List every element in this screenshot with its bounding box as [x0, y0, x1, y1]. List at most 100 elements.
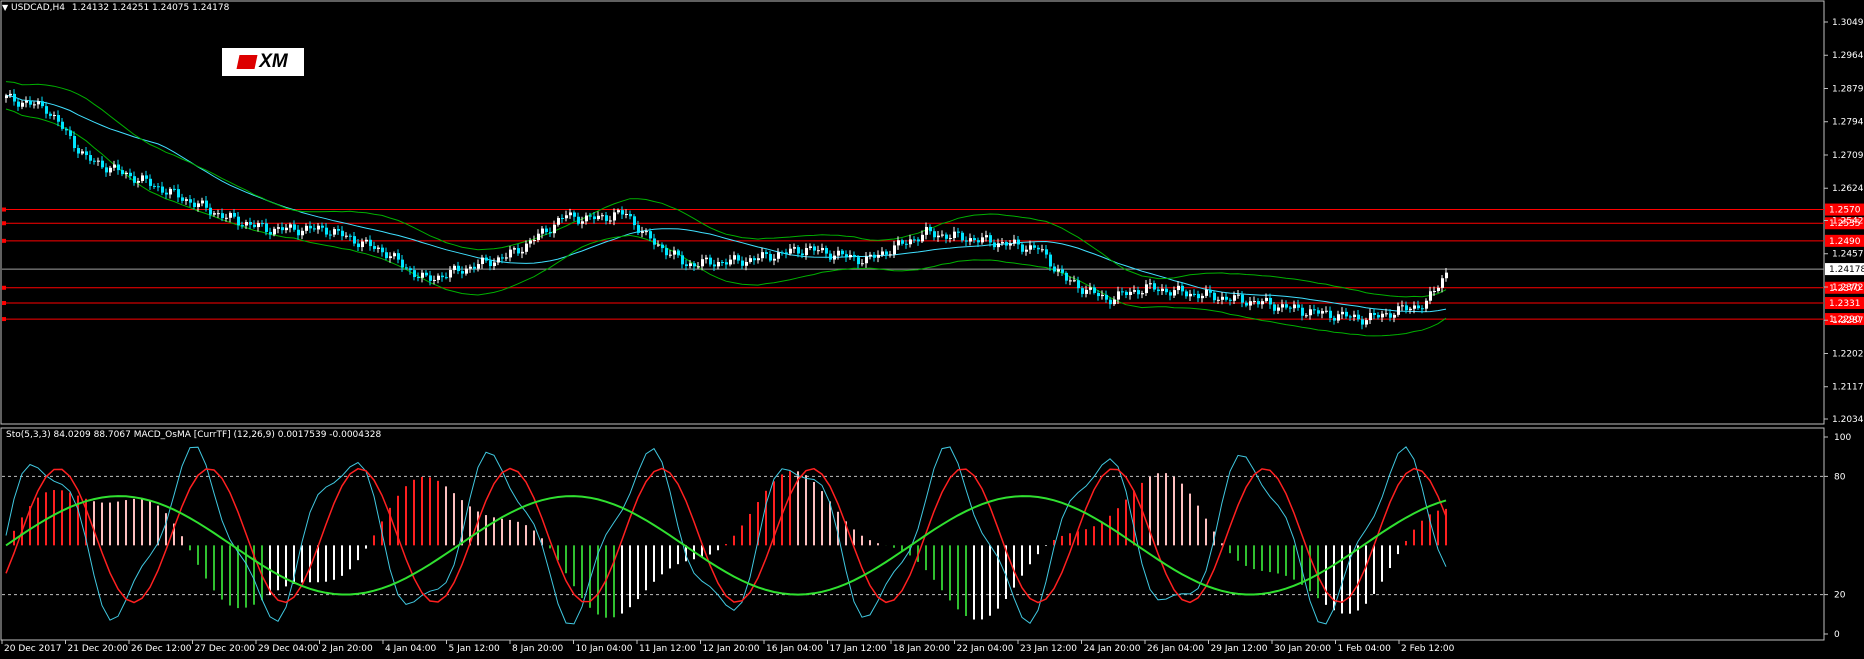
candle-body [473, 266, 476, 269]
candle-body [329, 234, 332, 236]
candle-body [877, 254, 880, 258]
candle-body [1145, 284, 1148, 294]
candle-body [185, 199, 188, 201]
candle-body [349, 235, 352, 237]
candle-body [1141, 293, 1144, 295]
candle-body [1197, 293, 1200, 299]
candle-body [409, 268, 412, 271]
candle-body [289, 224, 292, 228]
candle-body [197, 203, 200, 208]
candle-body [1037, 247, 1040, 250]
candle-body [733, 255, 736, 260]
candle-body [793, 247, 796, 249]
candle-body [1277, 307, 1280, 311]
candle-body [1389, 313, 1392, 318]
candle-body [301, 230, 304, 236]
candle-body [1301, 307, 1304, 316]
candle-body [1397, 306, 1400, 315]
time-tick-label: 18 Jan 20:00 [893, 644, 950, 654]
candle-body [429, 275, 432, 281]
chart-canvas[interactable]: 1.25701.25351.24901.23701.23311.22901.24… [0, 0, 1864, 659]
candle-body [1405, 305, 1408, 311]
candle-body [917, 239, 920, 242]
candle-body [441, 275, 444, 278]
candle-body [1089, 287, 1092, 290]
time-tick-label: 26 Jan 04:00 [1147, 644, 1204, 654]
candle-body [137, 180, 140, 183]
candle-body [1333, 317, 1336, 321]
candle-body [657, 244, 660, 246]
candle-body [1445, 272, 1448, 279]
candle-body [609, 220, 612, 222]
candle-body [1273, 304, 1276, 311]
candle-body [1049, 254, 1052, 267]
candle-body [221, 213, 224, 219]
candle-body [865, 256, 868, 264]
candle-body [61, 121, 64, 129]
candle-body [285, 227, 288, 231]
candle-body [217, 213, 220, 215]
candle-body [277, 227, 280, 229]
candle-body [549, 232, 552, 234]
candle-body [601, 215, 604, 217]
candle-body [649, 231, 652, 239]
candle-body [825, 247, 828, 254]
candle-body [1213, 292, 1216, 301]
candle-body [573, 212, 576, 217]
time-axis: 20 Dec 2017 21 Dec 20:00 26 Dec 12:00 27 De… [1, 640, 1455, 654]
candle-body [405, 267, 408, 269]
candle-body [1309, 309, 1312, 316]
candle-body [1261, 301, 1264, 305]
candle-body [1269, 297, 1272, 305]
candle-body [345, 235, 348, 237]
candle-body [705, 257, 708, 260]
candle-body [425, 272, 428, 276]
candle-body [413, 270, 416, 278]
candle-body [813, 246, 816, 251]
candle-body [577, 216, 580, 224]
candle-body [885, 251, 888, 255]
candle-body [193, 202, 196, 208]
candle-body [393, 253, 396, 257]
candle-body [741, 260, 744, 266]
candle-body [753, 258, 756, 261]
candle-body [625, 213, 628, 215]
candle-body [225, 217, 228, 219]
candle-body [653, 238, 656, 245]
candle-body [749, 258, 752, 262]
candle-body [401, 259, 404, 268]
time-tick-label: 27 Dec 20:00 [195, 644, 256, 654]
candle-body [45, 106, 48, 114]
candle-body [1069, 280, 1072, 282]
candle-body [337, 229, 340, 231]
candle-body [1409, 308, 1412, 311]
candle-body [33, 104, 36, 106]
candle-body [169, 188, 172, 195]
candle-body [73, 135, 76, 149]
candle-body [1289, 307, 1292, 309]
candle-body [1237, 294, 1240, 296]
candle-body [433, 279, 436, 281]
candle-body [373, 246, 376, 249]
candle-body [1117, 291, 1120, 300]
candle-body [377, 247, 380, 249]
candle-body [645, 231, 648, 233]
candle-body [269, 231, 272, 235]
candle-body [213, 213, 216, 215]
candle-body [325, 227, 328, 235]
price-tick-label: 1.22870 [1832, 316, 1864, 326]
candle-body [317, 225, 320, 230]
candle-body [249, 222, 252, 225]
candle-body [81, 151, 84, 154]
candle-body [1281, 304, 1284, 308]
candle-body [1169, 292, 1172, 296]
candle-body [1173, 290, 1176, 296]
candle-body [17, 101, 20, 107]
candle-body [1253, 301, 1256, 303]
candle-body [1097, 292, 1100, 297]
candle-body [929, 226, 932, 232]
candle-body [1417, 305, 1420, 309]
candle-body [713, 264, 716, 267]
price-tick-label: 1.28795 [1832, 84, 1864, 94]
candle-body [533, 240, 536, 242]
